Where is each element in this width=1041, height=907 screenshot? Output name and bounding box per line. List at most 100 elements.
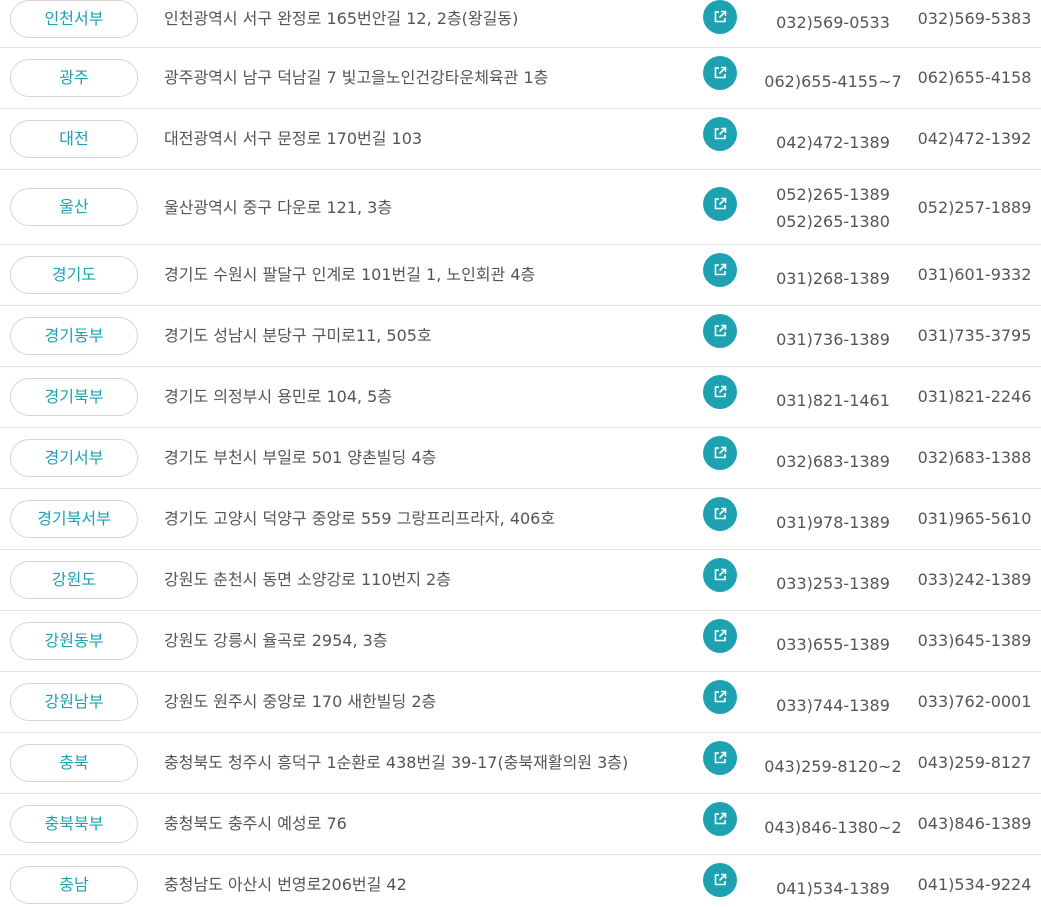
fax-number: 031)821-2246 [917,387,1032,406]
external-link-icon [714,812,727,825]
external-link-icon [714,66,727,79]
region-button[interactable]: 경기동부 [10,317,138,355]
phone-number: 031)978-1389 [760,509,906,536]
phone-line: 033)655-1389 [776,635,890,654]
address-text: 울산광역시 중구 다운로 121, 3층 [164,198,393,217]
table-row: 강원남부 강원도 원주시 중앙로 170 새한빌딩 2층 033)744-138… [0,672,1041,733]
external-link-button[interactable] [703,619,737,653]
phone-number: 042)472-1389 [760,129,906,156]
external-link-button[interactable] [703,558,737,592]
region-button[interactable]: 경기서부 [10,439,138,477]
external-link-button[interactable] [703,253,737,287]
address-text: 경기도 고양시 덕양구 중앙로 559 그랑프리프라자, 406호 [164,509,556,528]
external-link-icon [714,690,727,703]
region-button[interactable]: 충북 [10,744,138,782]
address-text: 경기도 부천시 부일로 501 양촌빌딩 4층 [164,448,437,467]
external-link-button[interactable] [703,863,737,897]
fax-number: 041)534-9224 [917,875,1032,894]
fax-number: 031)735-3795 [917,326,1032,345]
phone-line: 043)259-8120~2 [764,757,902,776]
external-link-icon [714,127,727,140]
address-text: 충청북도 청주시 흥덕구 1순환로 438번길 39-17(충북재활의원 3층) [164,753,629,772]
phone-line: 052)265-1380 [776,212,890,231]
address-text: 광주광역시 남구 덕남길 7 빛고을노인건강타운체육관 1층 [164,68,549,87]
fax-number: 043)259-8127 [917,753,1032,772]
address-text: 경기도 의정부시 용민로 104, 5층 [164,387,393,406]
phone-number: 032)569-0533 [760,9,906,36]
region-button[interactable]: 인천서부 [10,0,138,38]
external-link-icon [714,197,727,210]
external-link-button[interactable] [703,497,737,531]
region-button[interactable]: 강원남부 [10,683,138,721]
address-text: 충청남도 아산시 번영로206번길 42 [164,875,407,894]
region-button[interactable]: 충남 [10,866,138,904]
table-row: 경기서부 경기도 부천시 부일로 501 양촌빌딩 4층 032)683-138… [0,428,1041,489]
fax-number: 032)569-5383 [917,9,1032,28]
phone-number: 032)683-1389 [760,448,906,475]
phone-number: 041)534-1389 [760,875,906,902]
external-link-icon [714,263,727,276]
fax-number: 032)683-1388 [917,448,1032,467]
external-link-button[interactable] [703,187,737,221]
phone-number: 031)821-1461 [760,387,906,414]
external-link-button[interactable] [703,0,737,34]
region-button[interactable]: 경기도 [10,256,138,294]
table-row: 경기도 경기도 수원시 팔달구 인계로 101번길 1, 노인회관 4층 031… [0,245,1041,306]
table-row: 경기북부 경기도 의정부시 용민로 104, 5층 031)821-1461 0… [0,367,1041,428]
external-link-icon [714,446,727,459]
phone-line: 033)253-1389 [776,574,890,593]
region-button[interactable]: 경기북서부 [10,500,138,538]
external-link-icon [714,507,727,520]
fax-number: 043)846-1389 [917,814,1032,833]
external-link-button[interactable] [703,802,737,836]
external-link-button[interactable] [703,741,737,775]
external-link-icon [714,629,727,642]
phone-line: 052)265-1389 [776,185,890,204]
external-link-button[interactable] [703,56,737,90]
region-button[interactable]: 울산 [10,188,138,226]
phone-number: 062)655-4155~7 [760,68,906,95]
address-text: 인천광역시 서구 완정로 165번안길 12, 2층(왕길동) [164,9,519,28]
region-button[interactable]: 대전 [10,120,138,158]
table-row: 대전 대전광역시 서구 문정로 170번길 103 042)472-1389 0… [0,109,1041,170]
address-text: 경기도 성남시 분당구 구미로11, 505호 [164,326,432,345]
external-link-icon [714,385,727,398]
external-link-button[interactable] [703,375,737,409]
table-row: 강원동부 강원도 강릉시 율곡로 2954, 3층 033)655-1389 0… [0,611,1041,672]
region-button[interactable]: 경기북부 [10,378,138,416]
external-link-icon [714,324,727,337]
phone-line: 031)736-1389 [776,330,890,349]
region-button[interactable]: 강원동부 [10,622,138,660]
fax-number: 031)965-5610 [917,509,1032,528]
address-text: 대전광역시 서구 문정로 170번길 103 [164,129,423,148]
region-button[interactable]: 충북북부 [10,805,138,843]
phone-line: 042)472-1389 [776,133,890,152]
fax-number: 052)257-1889 [917,198,1032,217]
phone-line: 031)821-1461 [776,391,890,410]
external-link-icon [714,568,727,581]
table-row: 충북 충청북도 청주시 흥덕구 1순환로 438번길 39-17(충북재활의원 … [0,733,1041,794]
region-button[interactable]: 강원도 [10,561,138,599]
external-link-button[interactable] [703,117,737,151]
phone-line: 031)268-1389 [776,269,890,288]
phone-number: 031)736-1389 [760,326,906,353]
phone-number: 033)253-1389 [760,570,906,597]
phone-line: 041)534-1389 [776,879,890,898]
phone-number: 043)846-1380~2 [760,814,906,841]
address-text: 충청북도 충주시 예성로 76 [164,814,347,833]
external-link-button[interactable] [703,314,737,348]
region-button[interactable]: 광주 [10,59,138,97]
phone-number: 033)744-1389 [760,692,906,719]
external-link-button[interactable] [703,436,737,470]
table-row: 광주 광주광역시 남구 덕남길 7 빛고을노인건강타운체육관 1층 062)65… [0,48,1041,109]
phone-line: 043)846-1380~2 [764,818,902,837]
table-row: 충남 충청남도 아산시 번영로206번길 42 041)534-1389 041… [0,855,1041,907]
phone-number: 043)259-8120~2 [760,753,906,780]
table-row: 강원도 강원도 춘천시 동면 소양강로 110번지 2층 033)253-138… [0,550,1041,611]
phone-number: 052)265-1389 052)265-1380 [760,181,906,235]
fax-number: 031)601-9332 [917,265,1032,284]
external-link-button[interactable] [703,680,737,714]
fax-number: 042)472-1392 [917,129,1032,148]
fax-number: 033)645-1389 [917,631,1032,650]
fax-number: 033)762-0001 [917,692,1032,711]
